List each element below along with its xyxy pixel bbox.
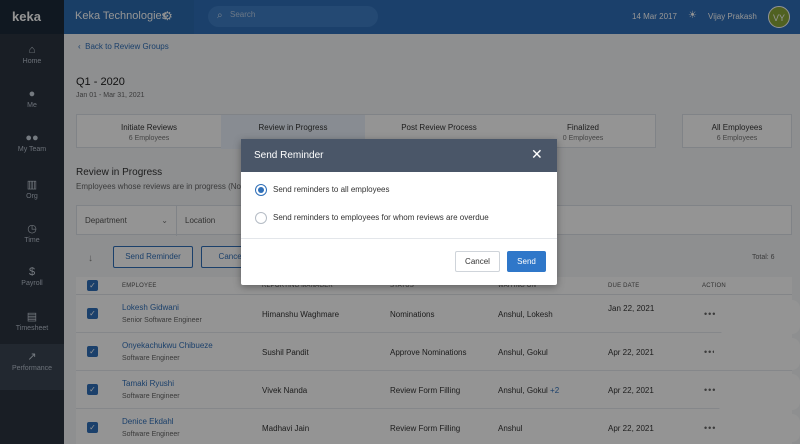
cancel-button[interactable]: Cancel — [455, 251, 500, 272]
dialog-header: Send Reminder ✕ — [241, 139, 557, 172]
close-icon[interactable]: ✕ — [531, 146, 543, 163]
dialog-title: Send Reminder — [254, 150, 324, 161]
send-reminder-dialog: Send Reminder ✕ Send reminders to all em… — [241, 139, 557, 285]
radio-overdue-employees[interactable] — [255, 212, 267, 224]
send-button[interactable]: Send — [507, 251, 546, 272]
option-overdue-label: Send reminders to employees for whom rev… — [273, 213, 489, 222]
radio-all-employees[interactable] — [255, 184, 267, 196]
option-all-label: Send reminders to all employees — [273, 185, 390, 194]
dialog-divider — [241, 238, 557, 239]
